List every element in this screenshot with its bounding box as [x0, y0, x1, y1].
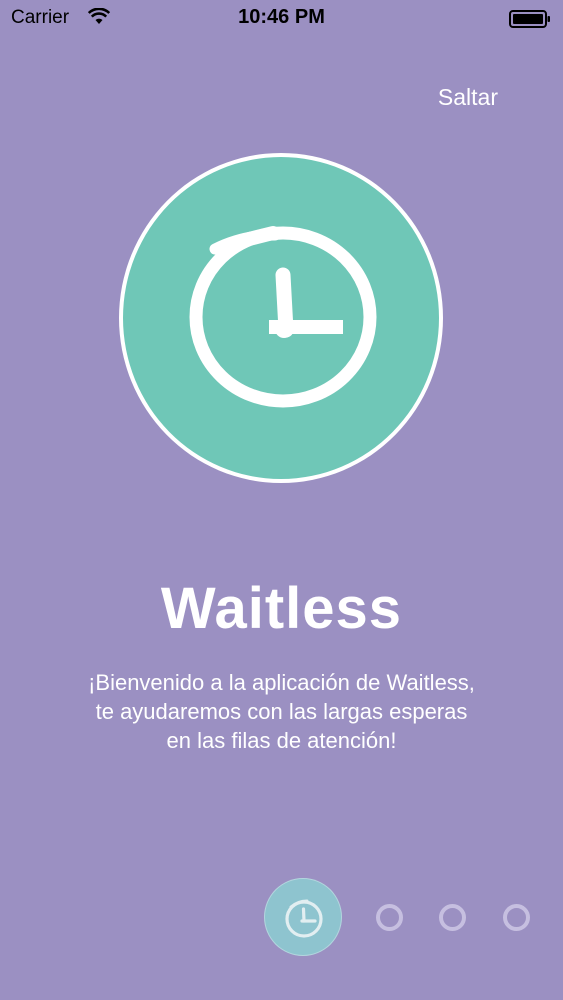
welcome-line: te ayudaremos con las largas esperas [95, 699, 468, 724]
app-title: Waitless [160, 576, 403, 641]
status-time: 10:46 PM [238, 6, 325, 28]
pager-dot-2[interactable] [376, 904, 403, 931]
page-indicator [0, 878, 563, 956]
pager-dot-3[interactable] [439, 904, 466, 931]
welcome-text: ¡Bienvenido a la aplicación de Waitless,… [40, 668, 523, 755]
pager-active-page[interactable] [264, 878, 342, 956]
clock-icon [285, 899, 323, 938]
status-bar: Carrier 10:46 PM [0, 0, 563, 36]
battery-icon [509, 10, 551, 28]
pager-dot-4[interactable] [503, 904, 530, 931]
skip-button[interactable]: Saltar [410, 84, 520, 114]
clock-icon [189, 226, 377, 408]
welcome-line: en las filas de atención! [166, 728, 397, 753]
welcome-line: ¡Bienvenido a la aplicación de Waitless, [88, 670, 475, 695]
hero-circle [119, 153, 443, 483]
